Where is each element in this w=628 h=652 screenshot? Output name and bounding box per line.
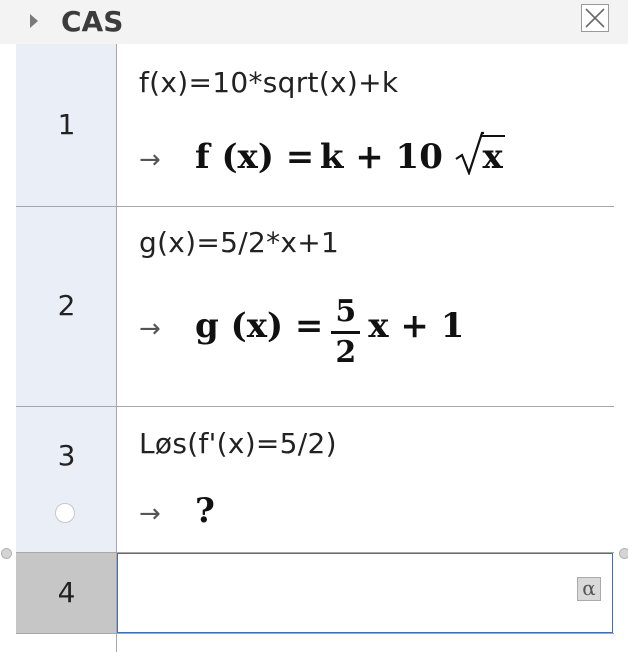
row-number: 2 xyxy=(57,289,76,322)
row-header-3[interactable]: 3 xyxy=(16,407,117,552)
alpha-keyboard-icon[interactable]: α xyxy=(577,577,601,601)
fraction-numerator: 5 xyxy=(335,294,357,329)
collapse-triangle-icon[interactable] xyxy=(30,14,38,28)
output-lhs: g (x) = xyxy=(195,306,324,346)
fraction-bar xyxy=(331,331,361,334)
cas-output: →? xyxy=(139,491,215,531)
sqrt-expression: x xyxy=(454,131,505,177)
cas-output: → f (x) = k + 10 x xyxy=(139,131,505,177)
row-header-2[interactable]: 2 xyxy=(16,207,117,406)
output-toggle-radio[interactable] xyxy=(55,503,75,523)
result-arrow: → xyxy=(139,499,161,529)
cas-row-5[interactable] xyxy=(16,634,614,652)
row-body-2[interactable]: g(x)=5/2*x+1 → g (x) = 5 2 x + 1 xyxy=(117,207,614,406)
output-value: ? xyxy=(195,491,215,531)
resize-handle-right[interactable] xyxy=(619,548,628,559)
panel-title: CAS xyxy=(61,5,124,38)
cas-row-1[interactable]: 1 f(x)=10*sqrt(x)+k → f (x) = k + 10 x xyxy=(16,44,614,206)
resize-handle-left[interactable] xyxy=(1,548,12,559)
row-body-1[interactable]: f(x)=10*sqrt(x)+k → f (x) = k + 10 x xyxy=(117,44,614,206)
cas-table: 1 f(x)=10*sqrt(x)+k → f (x) = k + 10 x 2 … xyxy=(0,44,628,652)
close-button[interactable] xyxy=(581,4,609,32)
row-number: 4 xyxy=(57,576,76,609)
result-arrow: → xyxy=(139,314,161,344)
cas-panel-header: CAS xyxy=(0,0,628,44)
cas-output: → g (x) = 5 2 x + 1 xyxy=(139,295,464,370)
left-margin xyxy=(0,44,16,652)
cas-input[interactable]: Løs(f'(x)=5/2) xyxy=(139,427,337,460)
row-number: 3 xyxy=(57,439,76,472)
cas-input[interactable]: f(x)=10*sqrt(x)+k xyxy=(139,66,398,99)
cas-row-3[interactable]: 3 Løs(f'(x)=5/2) →? xyxy=(16,407,614,552)
cas-input-field-active[interactable]: α xyxy=(117,553,613,633)
result-arrow: → xyxy=(139,145,161,175)
row-header-1[interactable]: 1 xyxy=(16,44,117,206)
row-body-3[interactable]: Løs(f'(x)=5/2) →? xyxy=(117,407,614,552)
cas-row-4[interactable]: 4 α xyxy=(16,553,614,633)
output-expression: k + 10 xyxy=(319,137,443,177)
row-header-4[interactable]: 4 xyxy=(16,553,117,633)
row-header-5[interactable] xyxy=(16,634,117,652)
row-number: 1 xyxy=(57,108,76,141)
output-lhs: f (x) = xyxy=(195,137,315,177)
output-expression: x + 1 xyxy=(368,306,465,346)
sqrt-sign-icon xyxy=(455,131,485,175)
fraction: 52 xyxy=(331,294,361,370)
cas-row-2[interactable]: 2 g(x)=5/2*x+1 → g (x) = 5 2 x + 1 xyxy=(16,207,614,406)
fraction-denominator: 2 xyxy=(335,335,357,370)
close-icon xyxy=(585,8,605,28)
cas-input[interactable]: g(x)=5/2*x+1 xyxy=(139,226,339,259)
right-margin xyxy=(614,44,628,652)
